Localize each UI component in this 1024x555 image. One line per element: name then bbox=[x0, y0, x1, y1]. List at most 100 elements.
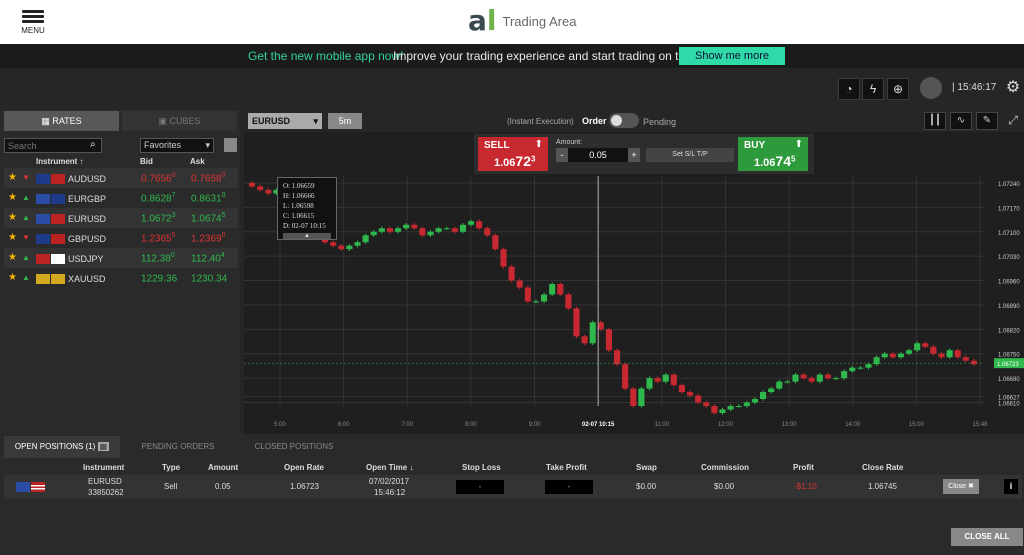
star-icon[interactable]: ★ bbox=[8, 172, 17, 183]
candle bbox=[922, 343, 929, 347]
arrow-down-icon: ▼ bbox=[22, 173, 30, 182]
position-open-rate: 1.06723 bbox=[290, 482, 319, 491]
candle bbox=[395, 228, 402, 232]
candle bbox=[719, 409, 726, 413]
y-tick-label: 1.06750 bbox=[998, 353, 1020, 359]
rate-ask[interactable]: 1230.34 bbox=[191, 272, 227, 284]
tooltip-date: D: 02-07 10:15 bbox=[283, 222, 326, 230]
avatar[interactable] bbox=[920, 77, 942, 99]
arrow-up-icon: ▲ bbox=[22, 253, 30, 262]
flag-icon bbox=[36, 254, 66, 264]
tab-cubes[interactable]: ▣ CUBES bbox=[122, 111, 237, 131]
candle bbox=[703, 402, 710, 406]
candle bbox=[476, 221, 483, 229]
promo-text: Improve your trading experience and star… bbox=[393, 49, 709, 63]
position-profit: -$1.10 bbox=[794, 482, 817, 491]
y-tick-label: 1.06890 bbox=[998, 304, 1020, 310]
info-icon[interactable]: i bbox=[1004, 479, 1018, 494]
star-icon[interactable]: ★ bbox=[8, 192, 17, 203]
rate-symbol: GBPUSD bbox=[68, 234, 107, 244]
line-chart-icon[interactable]: ∿ bbox=[950, 112, 972, 130]
candle bbox=[524, 287, 531, 302]
candle bbox=[841, 371, 848, 379]
candle-chart-icon[interactable]: ┃┃ bbox=[924, 112, 946, 130]
sell-button[interactable]: SELL ⬆ 1.06723 bbox=[478, 137, 548, 171]
col-open-time[interactable]: Open Time ↓ bbox=[366, 463, 413, 472]
rate-bid[interactable]: 1229.36 bbox=[141, 272, 177, 284]
chevron-up-icon[interactable]: ▲ bbox=[283, 233, 331, 239]
menu-button[interactable]: MENU bbox=[18, 8, 48, 38]
candle bbox=[792, 374, 799, 382]
rate-symbol: EURUSD bbox=[68, 214, 107, 224]
candle bbox=[678, 385, 685, 393]
grid-view-icon[interactable] bbox=[224, 138, 237, 152]
table-row[interactable]: EURUSD 33850262 Sell 0.05 1.06723 07/02/… bbox=[4, 475, 1022, 499]
rate-ask[interactable]: 1.06745 bbox=[191, 212, 226, 224]
take-profit-field[interactable]: - bbox=[545, 480, 593, 494]
amount-input[interactable]: 0.05 bbox=[568, 148, 628, 162]
buy-label: BUY bbox=[744, 140, 766, 151]
favorites-select[interactable]: Favorites ▾ bbox=[140, 138, 214, 153]
tooltip-open: O: 1.06659 bbox=[283, 182, 315, 190]
expand-icon[interactable]: ⤢ bbox=[1002, 112, 1024, 130]
rate-ask[interactable]: 1.23690 bbox=[191, 232, 226, 244]
col-take-profit: Take Profit bbox=[546, 463, 587, 472]
amount-increase-button[interactable]: + bbox=[628, 148, 640, 162]
candle bbox=[265, 189, 272, 194]
buy-button[interactable]: BUY ⬆ 1.06745 bbox=[738, 137, 808, 171]
price-chart[interactable]: 1.07240 1.07170 1.07100 1.07030 1.06960 1.068… bbox=[244, 176, 1024, 434]
star-icon[interactable]: ★ bbox=[8, 272, 17, 283]
search-input[interactable] bbox=[4, 138, 102, 153]
rate-bid[interactable]: 1.23655 bbox=[141, 232, 176, 244]
timeframe-button[interactable]: 5m bbox=[328, 113, 362, 129]
show-me-more-button[interactable]: Show me more bbox=[679, 47, 785, 65]
close-position-button[interactable]: Close ✖ bbox=[943, 479, 979, 494]
tab-rates[interactable]: ▦ RATES bbox=[4, 111, 119, 131]
order-pending-toggle[interactable] bbox=[609, 113, 639, 128]
add-circle-icon[interactable]: ⊕ bbox=[887, 78, 909, 100]
gear-icon[interactable]: ⚙ bbox=[1002, 78, 1024, 100]
stop-loss-field[interactable]: - bbox=[456, 480, 504, 494]
grid-view-icon: ▦ bbox=[97, 442, 110, 451]
rate-bid[interactable]: 112.380 bbox=[141, 252, 175, 264]
y-tick-label: 1.06960 bbox=[998, 280, 1020, 286]
rate-row-gbpusd[interactable]: ★ ▼ GBPUSD 1.23655 1.23690 bbox=[4, 228, 238, 248]
tab-open-positions[interactable]: OPEN POSITIONS (1) ▦ bbox=[4, 436, 120, 458]
speedometer-icon[interactable]: ◔ bbox=[838, 78, 860, 100]
rate-bid[interactable]: 0.76560 bbox=[141, 172, 176, 184]
candle bbox=[468, 221, 475, 225]
tab-closed-positions[interactable]: CLOSED POSITIONS bbox=[236, 436, 352, 458]
col-commission: Commission bbox=[701, 463, 750, 472]
rate-row-eurusd[interactable]: ★ ▲ EURUSD 1.06723 1.06745 bbox=[4, 208, 238, 228]
tab-pending-orders[interactable]: PENDING ORDERS bbox=[120, 436, 236, 458]
close-all-button[interactable]: CLOSE ALL bbox=[951, 528, 1023, 546]
rate-bid[interactable]: 0.86287 bbox=[141, 192, 176, 204]
set-sltp-button[interactable]: Set S/L T/P bbox=[646, 148, 734, 162]
lightning-icon[interactable]: ϟ bbox=[862, 78, 884, 100]
draw-tool-icon[interactable]: ✎ bbox=[976, 112, 998, 130]
rate-row-eurgbp[interactable]: ★ ▲ EURGBP 0.86287 0.86310 bbox=[4, 188, 238, 208]
rate-bid[interactable]: 1.06723 bbox=[141, 212, 176, 224]
candle bbox=[541, 294, 548, 302]
col-instrument[interactable]: Instrument ↑ bbox=[36, 157, 84, 166]
rate-row-audusd[interactable]: ★ ▼ AUDUSD 0.76560 0.76580 bbox=[4, 168, 238, 188]
amount-decrease-button[interactable]: - bbox=[556, 148, 568, 162]
rate-ask[interactable]: 0.76580 bbox=[191, 172, 226, 184]
candle bbox=[370, 231, 377, 236]
candle bbox=[403, 224, 410, 229]
star-icon[interactable]: ★ bbox=[8, 212, 17, 223]
trade-box: SELL ⬆ 1.06723 Amount: - 0.05 + Set S/L … bbox=[474, 134, 814, 174]
star-icon[interactable]: ★ bbox=[8, 232, 17, 243]
rate-row-xauusd[interactable]: ★ ▲ XAUUSD 1229.36 1230.34 bbox=[4, 268, 238, 288]
sell-label: SELL bbox=[484, 140, 510, 151]
rate-ask[interactable]: 112.404 bbox=[191, 252, 225, 264]
rate-ask[interactable]: 0.86310 bbox=[191, 192, 226, 204]
star-icon[interactable]: ★ bbox=[8, 252, 17, 263]
candle-tooltip: O: 1.06659 H: 1.06666 L: 1.06598 C: 1.06… bbox=[277, 177, 337, 240]
flag-icon bbox=[36, 194, 66, 204]
rate-row-usdjpy[interactable]: ★ ▲ USDJPY 112.380 112.404 bbox=[4, 248, 238, 268]
promo-banner: Get the new mobile app now! Improve your… bbox=[0, 44, 1024, 68]
order-label: Order bbox=[582, 116, 607, 126]
candle bbox=[849, 367, 856, 372]
instrument-select[interactable]: EURUSD ▾ bbox=[248, 113, 322, 129]
